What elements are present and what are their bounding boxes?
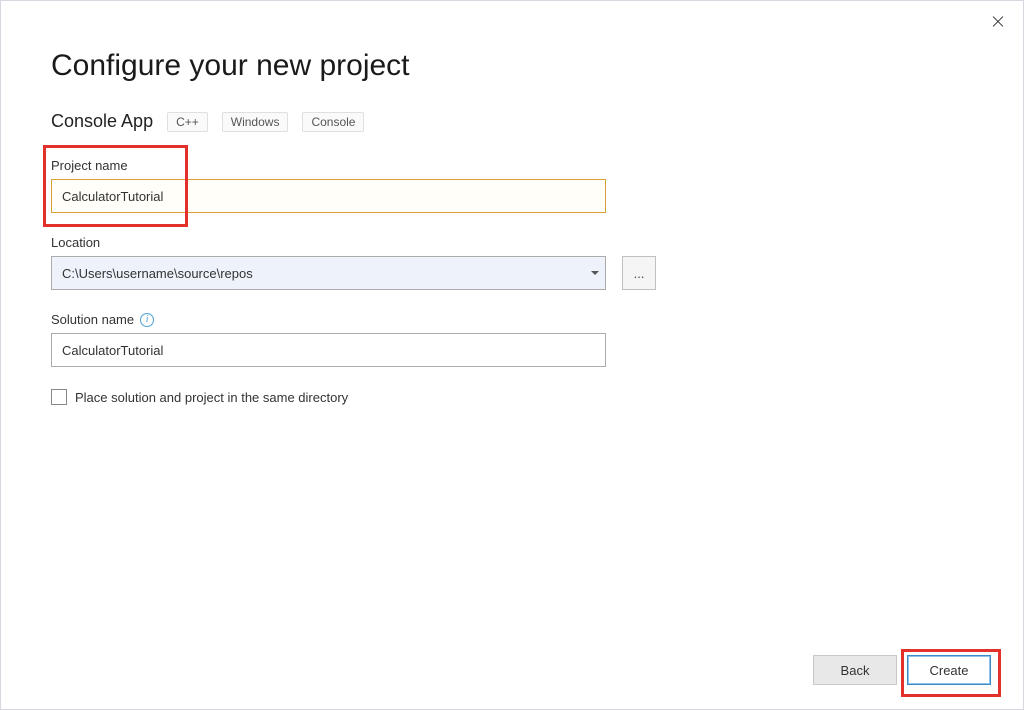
back-button[interactable]: Back <box>813 655 897 685</box>
location-value: C:\Users\username\source\repos <box>62 266 253 281</box>
project-name-group: Project name <box>51 158 973 213</box>
template-row: Console App C++ Windows Console <box>51 111 973 132</box>
same-directory-row: Place solution and project in the same d… <box>51 389 973 405</box>
solution-name-group: Solution name i <box>51 312 973 367</box>
page-title: Configure your new project <box>51 49 973 83</box>
location-group: Location C:\Users\username\source\repos … <box>51 235 973 290</box>
location-label: Location <box>51 235 973 250</box>
browse-button[interactable]: ... <box>622 256 656 290</box>
project-name-label: Project name <box>51 158 973 173</box>
create-button[interactable]: Create <box>907 655 991 685</box>
tag-cpp: C++ <box>167 112 208 132</box>
location-combo[interactable]: C:\Users\username\source\repos <box>51 256 606 290</box>
dialog-content: Configure your new project Console App C… <box>1 1 1023 405</box>
chevron-down-icon <box>591 271 599 275</box>
tag-windows: Windows <box>222 112 289 132</box>
dialog-footer: Back Create <box>813 655 991 685</box>
browse-label: ... <box>634 266 645 281</box>
solution-name-input[interactable] <box>51 333 606 367</box>
same-directory-checkbox[interactable] <box>51 389 67 405</box>
project-name-input[interactable] <box>51 179 606 213</box>
solution-name-label: Solution name i <box>51 312 973 327</box>
template-name: Console App <box>51 111 153 132</box>
same-directory-label: Place solution and project in the same d… <box>75 390 348 405</box>
info-icon[interactable]: i <box>140 313 154 327</box>
tag-console: Console <box>302 112 364 132</box>
close-icon[interactable] <box>991 15 1005 29</box>
